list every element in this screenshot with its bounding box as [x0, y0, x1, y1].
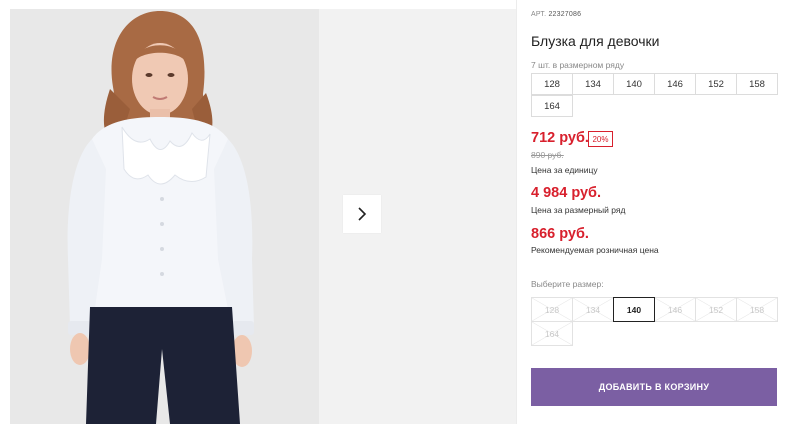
article-value: 22327086 — [548, 11, 582, 18]
size-option-140[interactable]: 140 — [613, 297, 655, 322]
series-size-cell: 164 — [531, 95, 573, 117]
size-option-label: 140 — [626, 304, 642, 315]
series-size-cell: 146 — [654, 73, 696, 95]
size-option-label: 158 — [749, 304, 765, 315]
size-option-label: 164 — [544, 328, 560, 339]
panel-divider — [516, 0, 517, 424]
size-picker-label: Выберите размер: — [531, 279, 604, 289]
product-photo — [10, 9, 319, 424]
size-option-164[interactable]: 164 — [531, 321, 573, 346]
size-option-152[interactable]: 152 — [695, 297, 737, 322]
size-option-label: 128 — [544, 304, 560, 315]
product-title: Блузка для девочки — [531, 33, 660, 49]
series-size-cell: 158 — [736, 73, 778, 95]
size-option-label: 152 — [708, 304, 724, 315]
size-option-158[interactable]: 158 — [736, 297, 778, 322]
article-number: АРТ. 22327086 — [531, 11, 581, 18]
series-size-cell: 128 — [531, 73, 573, 95]
add-to-cart-button[interactable]: ДОБАВИТЬ В КОРЗИНУ — [531, 368, 777, 406]
article-prefix: АРТ. — [531, 11, 547, 18]
size-option-label: 134 — [585, 304, 601, 315]
product-photo-image — [10, 9, 319, 424]
size-option-134[interactable]: 134 — [572, 297, 614, 322]
discount-badge: 20% — [588, 131, 613, 147]
chevron-right-icon — [358, 207, 367, 221]
rrp-price: 866 руб. — [531, 226, 589, 242]
series-price-label: Цена за размерный ряд — [531, 205, 626, 215]
size-option-146[interactable]: 146 — [654, 297, 696, 322]
gallery-next-button[interactable] — [343, 195, 381, 233]
old-price: 890 руб. — [531, 150, 564, 160]
size-option-128[interactable]: 128 — [531, 297, 573, 322]
product-gallery — [0, 0, 516, 424]
series-price: 4 984 руб. — [531, 185, 602, 201]
rrp-label: Рекомендуемая розничная цена — [531, 245, 659, 255]
size-option-label: 146 — [667, 304, 683, 315]
series-size-cell: 134 — [572, 73, 614, 95]
series-size-cell: 152 — [695, 73, 737, 95]
unit-price: 712 руб. — [531, 130, 589, 146]
size-series-label: 7 шт. в размерном ряду — [531, 60, 625, 70]
series-size-cell: 140 — [613, 73, 655, 95]
unit-price-label: Цена за единицу — [531, 165, 598, 175]
